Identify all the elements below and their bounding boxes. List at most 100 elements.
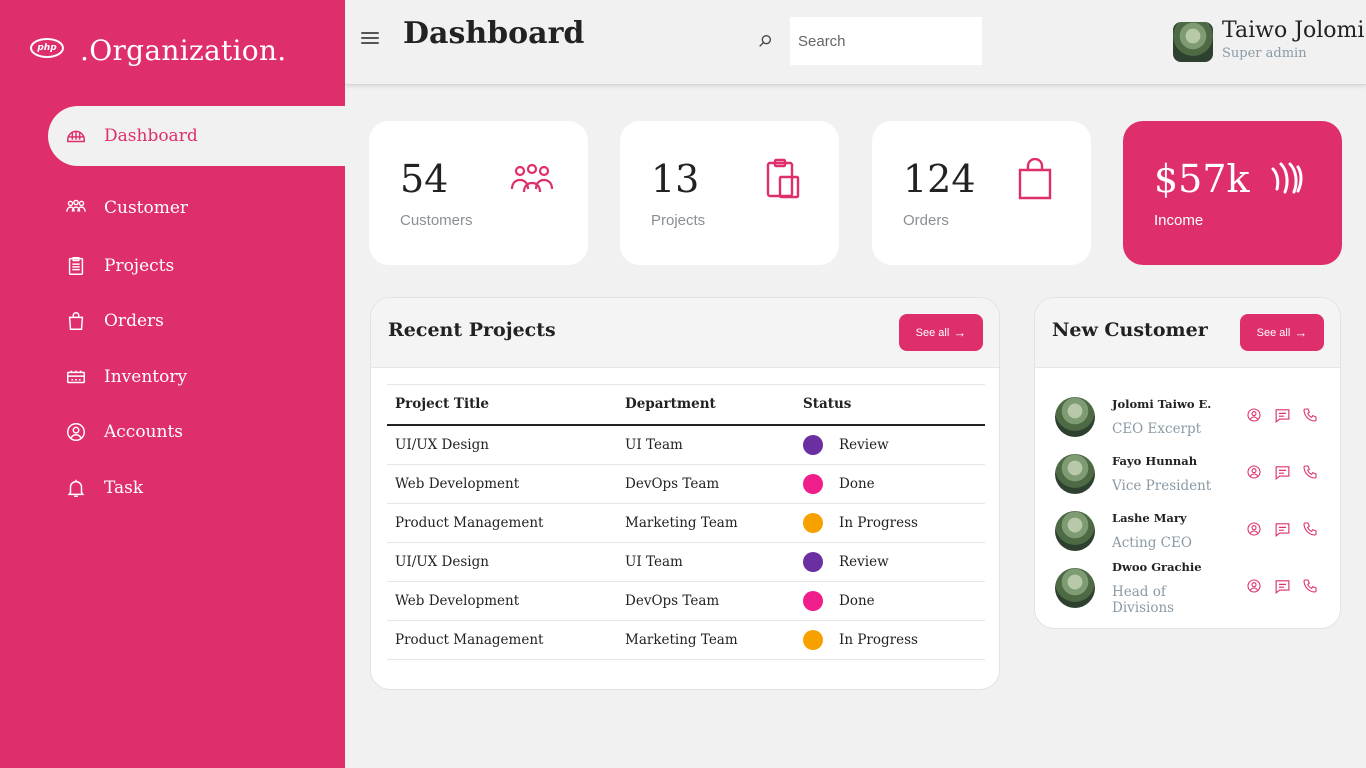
project-title: Web Development (387, 464, 617, 504)
list-item[interactable]: Dwoo Grachie Head of Divisions (1055, 559, 1325, 616)
column-header[interactable]: Department (617, 384, 795, 426)
list-item[interactable]: Lashe Mary Acting CEO (1055, 502, 1325, 559)
customer-name: Dwoo Grachie (1112, 559, 1202, 574)
project-department: Marketing Team (617, 503, 795, 543)
button-label: See all (915, 326, 950, 339)
stat-value: 13 (651, 157, 700, 201)
arrow-right-icon: → (953, 325, 967, 340)
status-dot (803, 551, 823, 572)
phone-icon[interactable] (1301, 577, 1319, 595)
phone-icon[interactable] (1301, 406, 1319, 424)
status-dot (803, 434, 823, 455)
stat-card-orders[interactable]: 124 Orders (872, 121, 1091, 265)
inventory-icon (64, 365, 88, 389)
avatar[interactable] (1055, 510, 1095, 551)
project-title: Web Development (387, 581, 617, 621)
stat-card-income[interactable]: $57k Income (1123, 121, 1342, 265)
see-all-customers-button[interactable]: See all → (1240, 314, 1324, 351)
sidebar-item-label: Projects (104, 255, 175, 276)
stat-label: Customers (400, 212, 473, 229)
recent-projects-panel: Recent Projects See all → Project Title D… (370, 297, 1000, 690)
project-status: In Progress (795, 620, 985, 660)
project-status: Done (795, 464, 985, 504)
customer-role: Acting CEO (1112, 534, 1192, 551)
project-department: UI Team (617, 542, 795, 582)
income-icon (1264, 157, 1308, 201)
sidebar-item-accounts[interactable]: Accounts (0, 405, 345, 461)
phone-icon[interactable] (1301, 463, 1319, 481)
projects-table: Project Title Department Status UI/UX De… (387, 384, 985, 660)
clipboard-icon (761, 157, 805, 201)
sidebar: php .Organization. Dashboard Customer Pr… (0, 0, 345, 768)
message-icon[interactable] (1273, 463, 1291, 481)
message-icon[interactable] (1273, 577, 1291, 595)
sidebar-item-label: Orders (104, 311, 164, 332)
table-row[interactable]: Web Development DevOps Team Done (387, 464, 985, 504)
arrow-right-icon: → (1294, 325, 1308, 340)
sidebar-item-inventory[interactable]: Inventory (0, 349, 345, 405)
user-name: Taiwo Jolomi (1222, 18, 1365, 43)
avatar[interactable] (1173, 22, 1213, 62)
stat-label: Projects (651, 212, 706, 229)
user-profile-icon[interactable] (1245, 520, 1263, 538)
hamburger-menu-icon[interactable] (361, 29, 379, 47)
sidebar-item-orders[interactable]: Orders (0, 294, 345, 350)
table-row[interactable]: Web Development DevOps Team Done (387, 581, 985, 621)
sidebar-item-dashboard[interactable]: Dashboard (48, 106, 345, 166)
avatar[interactable] (1055, 396, 1095, 437)
stat-label: Income (1154, 212, 1204, 229)
column-header[interactable]: Project Title (387, 384, 617, 426)
stat-value: $57k (1154, 157, 1250, 201)
bell-icon (64, 476, 88, 500)
user-profile-icon[interactable] (1245, 406, 1263, 424)
customer-role: Vice President (1112, 477, 1212, 494)
search-input[interactable] (790, 17, 982, 65)
sidebar-nav: Dashboard Customer Projects Orders Inven… (0, 106, 345, 516)
table-row[interactable]: UI/UX Design UI Team Review (387, 542, 985, 582)
clipboard-icon (64, 254, 88, 278)
list-item[interactable]: Jolomi Taiwo E. CEO Excerpt (1055, 388, 1325, 445)
project-status: Done (795, 581, 985, 621)
stat-card-customers[interactable]: 54 Customers (369, 121, 588, 265)
stat-card-projects[interactable]: 13 Projects (620, 121, 839, 265)
status-dot (803, 590, 823, 611)
shopping-bag-icon (64, 309, 88, 333)
customer-role: Head of Divisions (1112, 583, 1175, 616)
sidebar-item-label: Dashboard (104, 126, 198, 146)
search-bar (750, 17, 982, 65)
message-icon[interactable] (1273, 406, 1291, 424)
customer-name: Lashe Mary (1112, 510, 1187, 525)
avatar[interactable] (1055, 453, 1095, 494)
user-profile[interactable]: Taiwo Jolomi Super admin (1173, 20, 1364, 62)
sidebar-item-label: Task (104, 477, 144, 498)
status-label: In Progress (839, 514, 918, 531)
stat-value: 124 (903, 157, 976, 201)
sidebar-item-customer[interactable]: Customer (0, 178, 345, 238)
phone-icon[interactable] (1301, 520, 1319, 538)
user-profile-icon[interactable] (1245, 463, 1263, 481)
page-title: Dashboard (403, 16, 585, 51)
user-profile-icon[interactable] (1245, 577, 1263, 595)
sidebar-item-label: Inventory (104, 366, 188, 387)
customer-name: Fayo Hunnah (1112, 453, 1198, 468)
column-header[interactable]: Status (795, 384, 985, 426)
project-title: UI/UX Design (387, 542, 617, 582)
panel-header: Recent Projects See all → (371, 298, 999, 368)
avatar[interactable] (1055, 567, 1095, 608)
table-row[interactable]: Product Management Marketing Team In Progr… (387, 503, 985, 543)
button-label: See all (1256, 326, 1291, 339)
sidebar-item-label: Accounts (104, 422, 184, 443)
status-label: Review (839, 553, 889, 570)
search-icon[interactable] (750, 17, 780, 65)
brand[interactable]: php .Organization. (30, 30, 287, 70)
topbar: Dashboard Taiwo Jolomi Super admin (345, 0, 1366, 85)
sidebar-item-task[interactable]: Task (0, 460, 345, 516)
sidebar-item-projects[interactable]: Projects (0, 238, 345, 294)
table-row[interactable]: UI/UX Design UI Team Review (387, 424, 985, 465)
list-item[interactable]: Fayo Hunnah Vice President (1055, 445, 1325, 502)
project-status: Review (795, 542, 985, 582)
table-row[interactable]: Product Management Marketing Team In Progr… (387, 620, 985, 660)
message-icon[interactable] (1273, 520, 1291, 538)
project-status: In Progress (795, 503, 985, 543)
see-all-projects-button[interactable]: See all → (899, 314, 983, 351)
